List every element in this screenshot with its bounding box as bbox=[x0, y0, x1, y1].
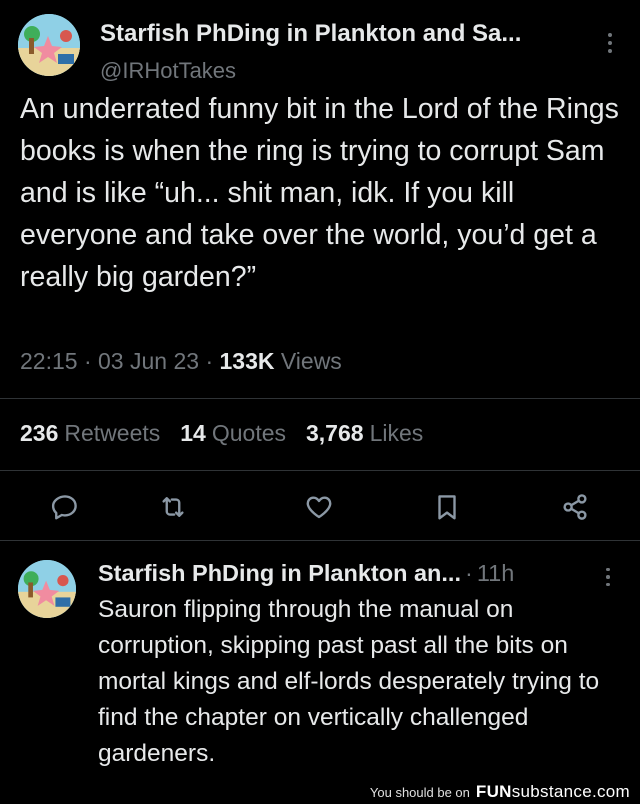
divider bbox=[0, 398, 640, 399]
quotes-stat[interactable]: 14 Quotes bbox=[180, 420, 286, 447]
watermark-brand-tld: .com bbox=[591, 782, 630, 801]
like-icon[interactable] bbox=[302, 490, 336, 524]
reply-header: Starfish PhDing in Plankton an... · 11h bbox=[98, 560, 514, 587]
retweets-label: Retweets bbox=[64, 420, 161, 446]
retweet-icon[interactable] bbox=[156, 490, 190, 524]
avatar-image-icon bbox=[18, 560, 76, 618]
retweets-stat[interactable]: 236 Retweets bbox=[20, 420, 160, 447]
author-name[interactable]: Starfish PhDing in Plankton and Sa... bbox=[100, 20, 521, 48]
likes-label: Likes bbox=[369, 420, 424, 446]
more-options-icon[interactable] bbox=[600, 28, 620, 58]
reply-author-name[interactable]: Starfish PhDing in Plankton an... bbox=[98, 560, 461, 586]
reply-icon[interactable] bbox=[48, 490, 82, 524]
watermark-brand-fun: FUN bbox=[475, 782, 512, 801]
meta-separator: · bbox=[205, 348, 214, 374]
share-icon[interactable] bbox=[558, 490, 592, 524]
tweet-header: Starfish PhDing in Plankton and Sa... @I… bbox=[18, 14, 624, 83]
quotes-count: 14 bbox=[180, 420, 206, 446]
watermark-logo: FUNsubstance.com bbox=[476, 782, 630, 802]
main-tweet: Starfish PhDing in Plankton and Sa... @I… bbox=[0, 0, 640, 540]
avatar[interactable] bbox=[18, 14, 80, 76]
tweet-date[interactable]: 03 Jun 23 bbox=[98, 348, 199, 374]
author-handle[interactable]: @IRHotTakes bbox=[100, 58, 236, 84]
tweet-meta: 22:15 · 03 Jun 23 · 133K Views bbox=[20, 348, 342, 375]
watermark-brand-substance: substance bbox=[511, 782, 592, 801]
divider bbox=[0, 470, 640, 471]
views-count: 133K bbox=[219, 348, 275, 374]
reply-time[interactable]: 11h bbox=[477, 560, 514, 586]
tweet-time[interactable]: 22:15 bbox=[20, 348, 78, 374]
tweet-text: An underrated funny bit in the Lord of t… bbox=[20, 93, 619, 293]
action-bar bbox=[0, 486, 640, 528]
bookmark-icon[interactable] bbox=[430, 490, 464, 524]
reply-text: Sauron flipping through the manual on co… bbox=[98, 596, 600, 767]
reply-tweet[interactable]: Starfish PhDing in Plankton an... · 11h Sa… bbox=[0, 548, 640, 778]
page: Starfish PhDing in Plankton and Sa... @I… bbox=[0, 0, 640, 804]
quotes-label: Quotes bbox=[211, 420, 286, 446]
more-options-icon[interactable] bbox=[598, 564, 618, 590]
retweets-count: 236 bbox=[20, 420, 59, 446]
likes-stat[interactable]: 3,768 Likes bbox=[306, 420, 423, 447]
watermark-prefix: You should be on bbox=[369, 784, 470, 800]
watermark: You should be on FUNsubstance.com bbox=[0, 780, 640, 804]
engagement-stats: 236 Retweets 14 Quotes 3,768 Likes bbox=[20, 420, 423, 447]
avatar[interactable] bbox=[18, 560, 76, 618]
reply-separator: · bbox=[464, 560, 473, 586]
meta-separator: · bbox=[83, 348, 92, 374]
avatar-image-icon bbox=[18, 14, 80, 76]
views-label: Views bbox=[280, 348, 342, 374]
divider bbox=[0, 540, 640, 541]
likes-count: 3,768 bbox=[306, 420, 364, 446]
